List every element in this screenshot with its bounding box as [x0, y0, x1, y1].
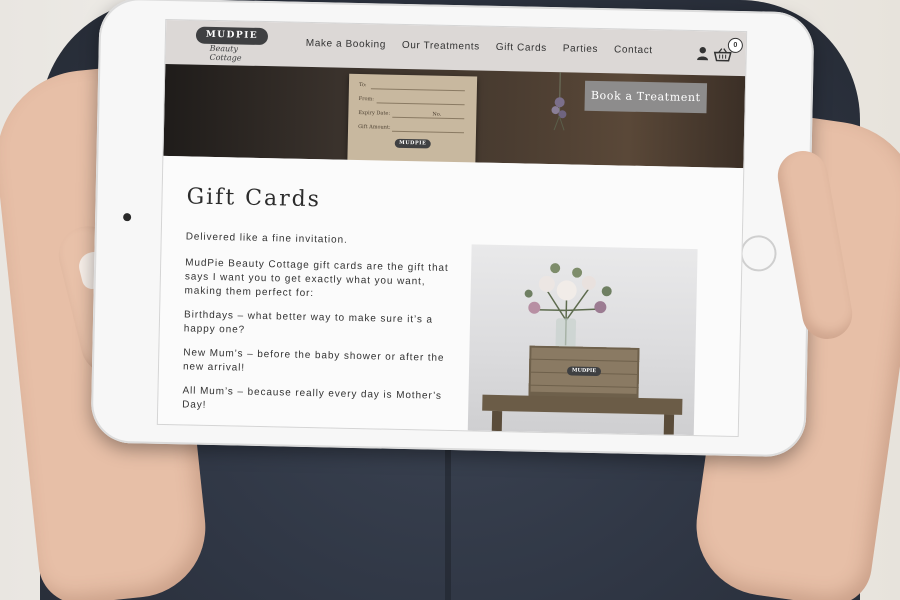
gift-cards-section: Gift Cards Delivered like a fine invitat…: [157, 155, 744, 437]
card-field-amount: Gift Amount:: [358, 124, 391, 131]
tablet-device: MUDPIE Beauty Cottage Make a Booking Our…: [90, 0, 815, 458]
nav-parties[interactable]: Parties: [563, 43, 599, 55]
wooden-crate: MUDPIE: [528, 345, 640, 400]
gift-card-image: To: From: Expiry Date: No. Gift Amount: …: [347, 73, 478, 165]
intro-text: Delivered like a fine invitation.: [185, 231, 348, 246]
card-field-from: From:: [358, 96, 375, 103]
site-logo[interactable]: MUDPIE Beauty Cottage: [195, 26, 269, 63]
logo-wordmark: MUDPIE: [195, 26, 269, 46]
all-mums-text: All Mum’s – because really every day is …: [182, 385, 442, 411]
glass-vase: [555, 318, 577, 349]
nav-contact[interactable]: Contact: [614, 44, 653, 56]
stool-leg: [663, 414, 675, 436]
birthdays-text: Birthdays – what better way to make sure…: [183, 309, 434, 336]
book-treatment-button[interactable]: Book a Treatment: [584, 80, 708, 114]
card-field-expiry: Expiry Date:: [358, 110, 391, 117]
photo-scene: MUDPIE Beauty Cottage Make a Booking Our…: [0, 0, 900, 600]
camera-icon: [123, 213, 132, 222]
nav-make-a-booking[interactable]: Make a Booking: [306, 38, 386, 51]
main-nav: Make a Booking Our Treatments Gift Cards…: [306, 38, 653, 56]
description-text: MudPie Beauty Cottage gift cards are the…: [184, 257, 449, 300]
card-logo: MUDPIE: [394, 138, 431, 149]
logo-script: Beauty Cottage: [209, 43, 242, 63]
user-icon[interactable]: [697, 46, 709, 61]
page-title: Gift Cards: [186, 184, 322, 213]
stool-leg: [491, 410, 503, 434]
hero-banner: To: From: Expiry Date: No. Gift Amount: …: [163, 63, 746, 169]
wooden-stool: [482, 394, 683, 415]
home-button[interactable]: [740, 235, 777, 272]
crate-flowers-photo: MUDPIE: [467, 244, 698, 436]
nav-our-treatments[interactable]: Our Treatments: [402, 40, 480, 53]
nav-gift-cards[interactable]: Gift Cards: [496, 42, 547, 54]
tablet-screen: MUDPIE Beauty Cottage Make a Booking Our…: [156, 18, 748, 438]
cart-count-badge: 0: [727, 37, 744, 54]
crate-logo: MUDPIE: [566, 366, 602, 377]
dried-flowers-image: [551, 72, 567, 131]
card-field-to: To:: [358, 82, 367, 89]
new-mums-text: New Mum’s – before the baby shower or af…: [182, 347, 445, 374]
